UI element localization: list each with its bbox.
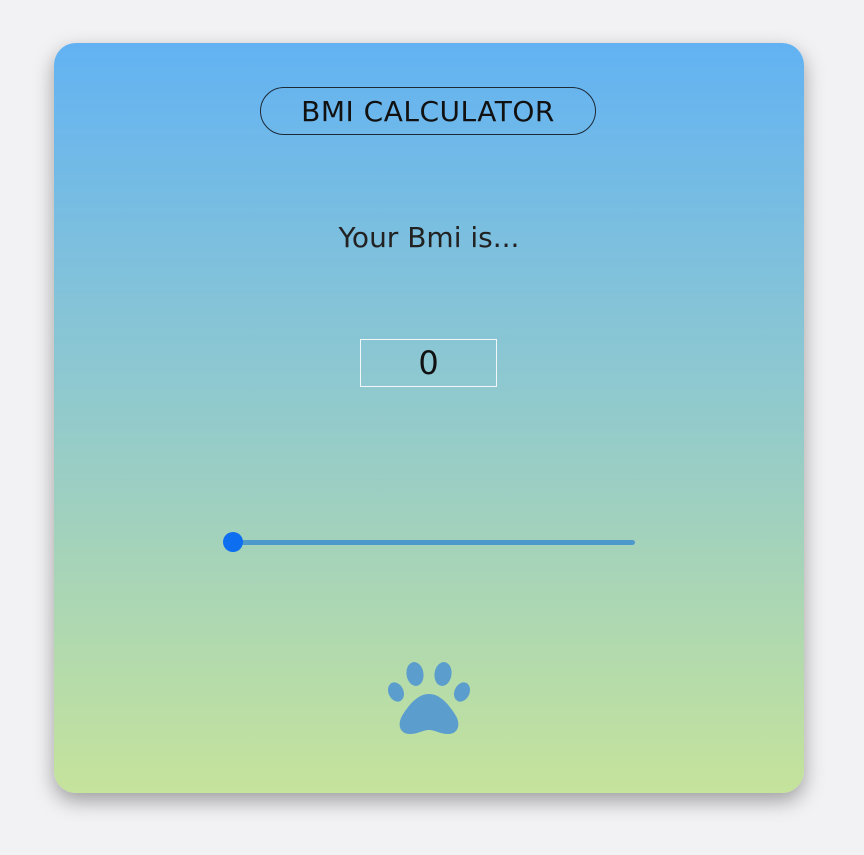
bmi-card: BMI CALCULATOR Your Bmi is... 0 bbox=[54, 43, 804, 793]
result-label: Your Bmi is... bbox=[338, 221, 520, 254]
bmi-slider[interactable] bbox=[223, 531, 635, 553]
app-title: BMI CALCULATOR bbox=[260, 87, 596, 135]
slider-thumb[interactable] bbox=[223, 532, 243, 552]
paw-icon bbox=[388, 662, 470, 734]
bmi-result-display: 0 bbox=[360, 339, 497, 387]
slider-track[interactable] bbox=[233, 540, 635, 545]
